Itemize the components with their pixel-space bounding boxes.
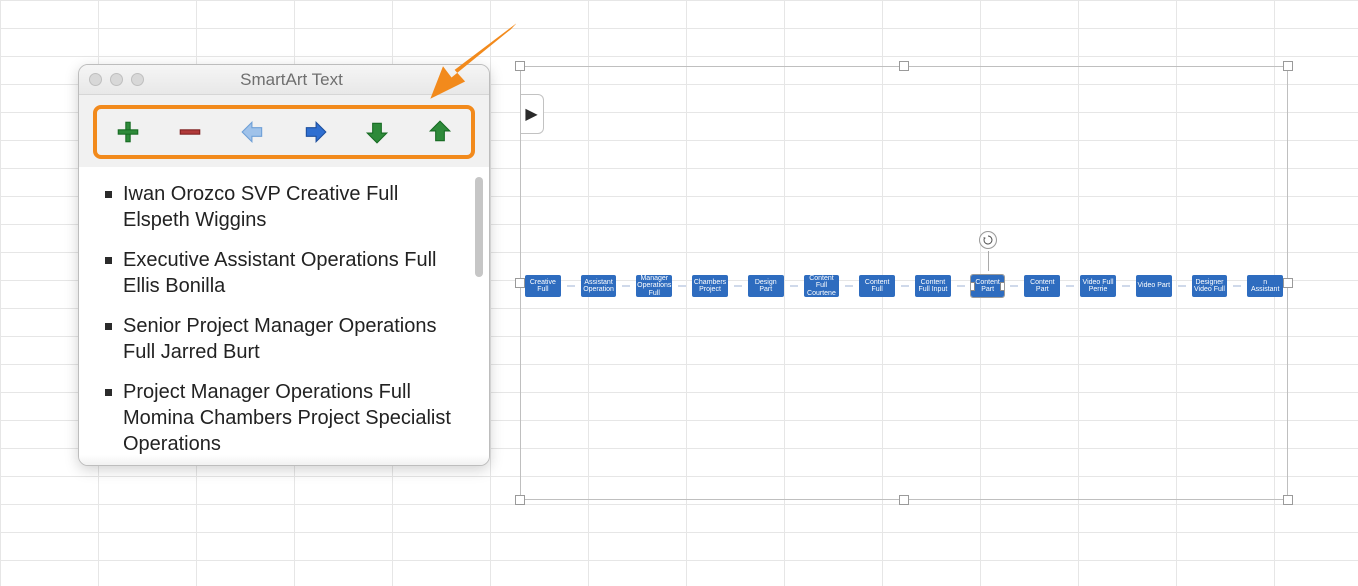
arrow-down-icon bbox=[364, 119, 390, 145]
remove-bullet-button[interactable] bbox=[175, 117, 205, 147]
resize-handle-tr[interactable] bbox=[1283, 61, 1293, 71]
list-item[interactable]: Project Manager Operations Full Momina C… bbox=[105, 375, 469, 455]
window-controls bbox=[89, 73, 144, 86]
resize-handle-bm[interactable] bbox=[899, 495, 909, 505]
smartart-node[interactable]: Video Full Perrie bbox=[1080, 275, 1116, 297]
plus-icon bbox=[115, 119, 141, 145]
smartart-node-selected[interactable]: Content Part bbox=[971, 275, 1005, 297]
list-item[interactable]: Iwan Orozco SVP Creative Full Elspeth Wi… bbox=[105, 177, 469, 243]
smartart-toolbar bbox=[93, 105, 475, 159]
rotate-icon bbox=[982, 234, 994, 246]
smartart-node[interactable]: Video Part bbox=[1136, 275, 1172, 297]
arrow-up-icon bbox=[427, 119, 453, 145]
minimize-window-button[interactable] bbox=[110, 73, 123, 86]
close-window-button[interactable] bbox=[89, 73, 102, 86]
scrollbar-thumb[interactable] bbox=[475, 177, 483, 277]
smartart-node[interactable]: Content Full Input bbox=[915, 275, 951, 297]
resize-handle-tm[interactable] bbox=[899, 61, 909, 71]
smartart-text-body[interactable]: Iwan Orozco SVP Creative Full Elspeth Wi… bbox=[79, 167, 489, 465]
smartart-node[interactable]: Content Full bbox=[859, 275, 895, 297]
list-item[interactable]: Executive Assistant Operations Full Elli… bbox=[105, 243, 469, 309]
smartart-node-selected-wrap: Content Part bbox=[971, 275, 1005, 297]
smartart-node[interactable]: n Assistant bbox=[1247, 275, 1283, 297]
resize-handle-br[interactable] bbox=[1283, 495, 1293, 505]
node-connector bbox=[1233, 285, 1241, 287]
smartart-canvas[interactable]: Creative Full Assistant Operation Manage… bbox=[520, 66, 1288, 500]
move-down-button[interactable] bbox=[362, 117, 392, 147]
add-bullet-button[interactable] bbox=[113, 117, 143, 147]
node-connector bbox=[1010, 285, 1018, 287]
rotate-connector bbox=[988, 251, 989, 271]
smartart-text-panel: SmartArt Text bbox=[78, 64, 490, 466]
node-connector bbox=[1122, 285, 1130, 287]
outdent-button[interactable] bbox=[238, 117, 268, 147]
smartart-node[interactable]: Content Full Courtene bbox=[804, 275, 840, 297]
move-up-button[interactable] bbox=[425, 117, 455, 147]
node-connector bbox=[901, 285, 909, 287]
fade-overlay bbox=[79, 455, 489, 465]
resize-handle-bl[interactable] bbox=[515, 495, 525, 505]
smartart-node[interactable]: Chambers Project bbox=[692, 275, 728, 297]
node-connector bbox=[1066, 285, 1074, 287]
bullet-list[interactable]: Iwan Orozco SVP Creative Full Elspeth Wi… bbox=[99, 177, 479, 455]
smartart-node[interactable]: Design Part bbox=[748, 275, 784, 297]
zoom-window-button[interactable] bbox=[131, 73, 144, 86]
node-connector bbox=[845, 285, 853, 287]
node-connector bbox=[734, 285, 742, 287]
list-item[interactable]: Senior Project Manager Operations Full J… bbox=[105, 309, 469, 375]
panel-titlebar[interactable]: SmartArt Text bbox=[79, 65, 489, 95]
arrow-left-icon bbox=[240, 119, 266, 145]
node-connector bbox=[1178, 285, 1186, 287]
node-connector bbox=[790, 285, 798, 287]
smartart-node[interactable]: Assistant Operation bbox=[581, 275, 617, 297]
node-connector bbox=[957, 285, 965, 287]
rotate-handle[interactable] bbox=[979, 231, 997, 249]
node-connector bbox=[678, 285, 686, 287]
node-connector bbox=[622, 285, 630, 287]
smartart-node[interactable]: Creative Full bbox=[525, 275, 561, 297]
smartart-node[interactable]: Designer Video Full bbox=[1192, 275, 1228, 297]
resize-handle-tl[interactable] bbox=[515, 61, 525, 71]
minus-icon bbox=[177, 119, 203, 145]
smartart-node-row: Creative Full Assistant Operation Manage… bbox=[521, 275, 1287, 297]
indent-button[interactable] bbox=[300, 117, 330, 147]
smartart-node[interactable]: Content Part bbox=[1024, 275, 1060, 297]
smartart-node[interactable]: Manager Operations Full bbox=[636, 275, 672, 297]
panel-title: SmartArt Text bbox=[144, 70, 439, 90]
node-connector bbox=[567, 285, 575, 287]
arrow-right-icon bbox=[302, 119, 328, 145]
